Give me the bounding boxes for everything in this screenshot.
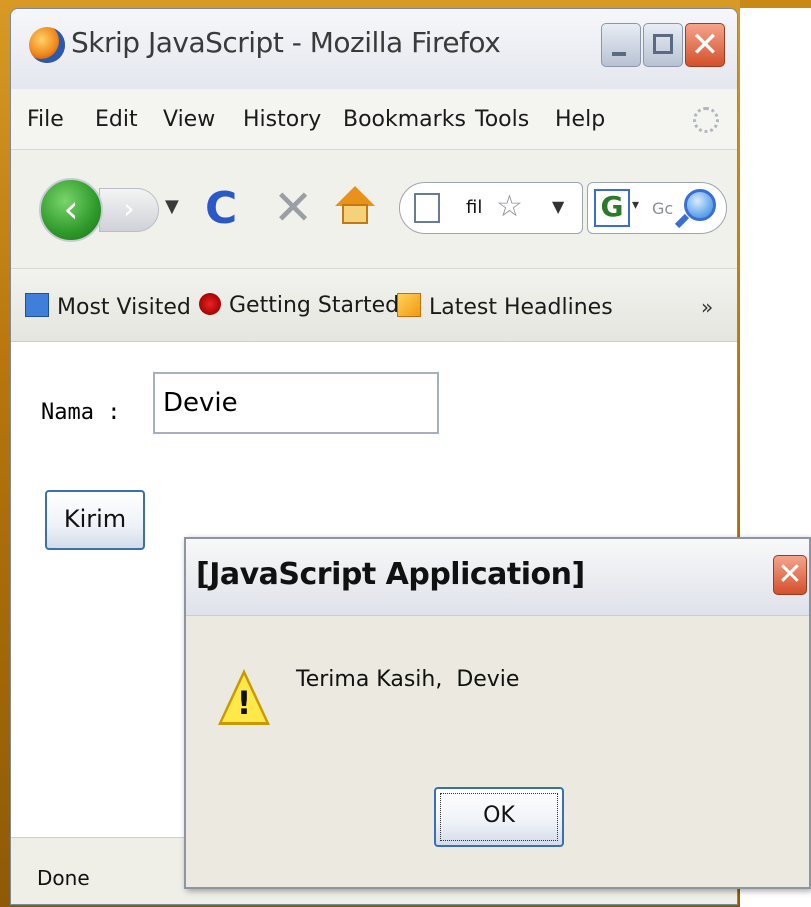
history-dropdown-icon[interactable]: ▼ <box>165 196 179 217</box>
stop-button[interactable]: ✕ <box>273 180 313 236</box>
ok-button[interactable]: OK <box>434 787 564 847</box>
menu-file[interactable]: File <box>27 107 64 132</box>
close-icon: ✕ <box>690 25 720 65</box>
nama-label: Nama : <box>41 400 121 425</box>
home-icon <box>335 186 375 206</box>
bookmark-most-visited[interactable]: Most Visited <box>25 293 191 320</box>
bookmarks-toolbar: Most Visited Getting Started Latest Head… <box>11 269 737 342</box>
menu-edit[interactable]: Edit <box>95 107 138 132</box>
window-title: Skrip JavaScript - Mozilla Firefox <box>71 26 501 59</box>
nama-input[interactable]: Devie <box>153 372 439 434</box>
alert-title: [JavaScript Application] <box>196 557 585 592</box>
menu-bookmarks[interactable]: Bookmarks <box>343 107 466 132</box>
firefox-logo-icon <box>29 27 65 63</box>
forward-button[interactable]: › <box>99 188 159 232</box>
home-icon-wall <box>342 204 368 224</box>
menu-help[interactable]: Help <box>555 107 605 132</box>
menu-view[interactable]: View <box>163 107 215 132</box>
bookmark-label: Latest Headlines <box>429 295 613 320</box>
menu-history[interactable]: History <box>243 107 321 132</box>
most-visited-icon <box>25 293 49 317</box>
bookmark-label: Most Visited <box>57 295 191 320</box>
maximize-button[interactable] <box>643 23 683 67</box>
minimize-button[interactable] <box>601 23 641 67</box>
back-button[interactable]: ‹ <box>39 178 103 242</box>
bookmarks-overflow-chevron[interactable]: » <box>701 295 713 319</box>
page-icon <box>414 193 440 223</box>
url-text[interactable]: fil <box>466 197 482 218</box>
bookmark-getting-started[interactable]: Getting Started <box>199 293 399 318</box>
alert-close-button[interactable]: ✕ <box>773 555 807 595</box>
search-icon[interactable] <box>684 189 716 221</box>
minimize-icon <box>612 52 626 56</box>
menu-bar: File Edit View History Bookmarks Tools H… <box>11 89 737 150</box>
navigation-toolbar: › ‹ ▼ C ✕ fil ☆ ▼ G ▾ Gc <box>11 150 737 269</box>
alert-dialog: [JavaScript Application] ✕ ! Terima Kasi… <box>184 537 811 889</box>
search-engine-dropdown-icon[interactable]: ▾ <box>632 197 639 213</box>
reload-button[interactable]: C <box>205 184 237 234</box>
bookmark-latest-headlines[interactable]: Latest Headlines <box>397 293 613 320</box>
alert-message: Terima Kasih, Devie <box>296 667 520 692</box>
url-dropdown-icon[interactable]: ▼ <box>552 197 564 216</box>
google-engine-icon[interactable]: G <box>594 189 630 227</box>
maximize-icon <box>653 34 673 54</box>
menu-tools[interactable]: Tools <box>475 107 529 132</box>
rss-feed-icon <box>397 293 421 317</box>
bookmark-label: Getting Started <box>229 293 400 318</box>
alert-title-bar[interactable]: [JavaScript Application] ✕ <box>186 539 809 616</box>
close-button[interactable]: ✕ <box>685 23 725 67</box>
url-bar[interactable]: fil ☆ ▼ <box>399 182 583 234</box>
search-bar[interactable]: G ▾ Gc <box>587 182 727 234</box>
status-text: Done <box>37 866 90 890</box>
title-bar[interactable]: Skrip JavaScript - Mozilla Firefox ✕ <box>11 9 737 89</box>
kirim-button[interactable]: Kirim <box>45 490 145 550</box>
warning-icon: ! <box>218 669 270 727</box>
throbber-icon <box>693 107 719 133</box>
getting-started-icon <box>199 293 221 315</box>
bookmark-star-icon[interactable]: ☆ <box>496 189 523 225</box>
search-input[interactable]: Gc <box>652 199 673 218</box>
warning-exclamation: ! <box>236 684 252 722</box>
desktop-strip-top <box>740 0 811 8</box>
home-button[interactable] <box>335 186 375 226</box>
